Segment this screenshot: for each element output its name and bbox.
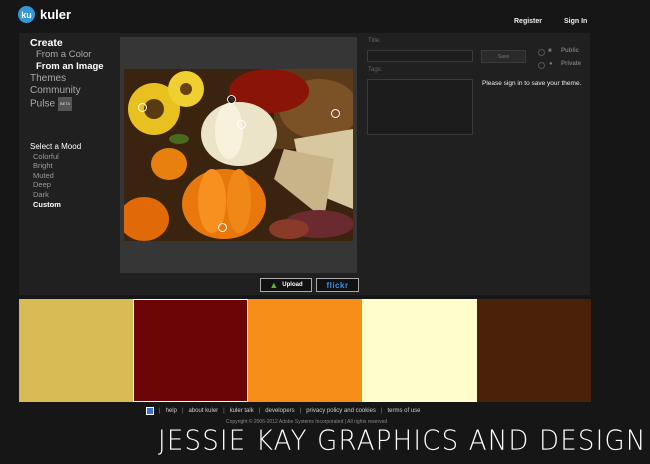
nav-community[interactable]: Community bbox=[30, 85, 104, 97]
copyright: Copyright © 2006-2012 Adobe Systems Inco… bbox=[226, 419, 388, 425]
swatch-strip bbox=[19, 299, 591, 402]
footer-links: | help | about kuler | kuler talk | deve… bbox=[146, 407, 421, 415]
source-photo bbox=[119, 69, 359, 241]
tags-label: Tags: bbox=[368, 67, 383, 73]
nav-pulse-label: Pulse bbox=[30, 98, 56, 110]
upload-button[interactable]: ▲ Upload bbox=[260, 278, 312, 292]
flickr-button[interactable]: flickr bbox=[316, 278, 359, 292]
swatch-4[interactable] bbox=[362, 299, 477, 402]
save-button-label: Save bbox=[497, 53, 510, 60]
side-nav: Create From a Color From an Image Themes… bbox=[30, 37, 104, 111]
mood-muted[interactable]: Muted bbox=[30, 171, 81, 181]
nav-pulse[interactable]: Pulse BETA bbox=[30, 97, 104, 111]
footer-about-link[interactable]: about kuler bbox=[188, 408, 218, 414]
sign-in-link[interactable]: Sign In bbox=[564, 18, 587, 25]
title-label: Title: bbox=[368, 38, 381, 44]
save-button[interactable]: Save bbox=[481, 50, 526, 63]
register-link[interactable]: Register bbox=[514, 18, 542, 25]
swatch-3[interactable] bbox=[247, 299, 363, 402]
brand-name: kuler bbox=[40, 7, 72, 22]
title-input[interactable] bbox=[367, 50, 473, 62]
private-label: Private bbox=[561, 61, 582, 67]
footer-kuler-talk-link[interactable]: kuler talk bbox=[230, 408, 254, 414]
footer-separator: | bbox=[258, 408, 261, 414]
upload-label: Upload bbox=[282, 282, 303, 288]
upload-arrow-icon: ▲ bbox=[269, 279, 279, 290]
mood-title: Select a Mood bbox=[30, 142, 82, 151]
footer-help-link[interactable]: help bbox=[166, 408, 177, 414]
person-icon: ● bbox=[549, 61, 553, 67]
swatch-2[interactable] bbox=[133, 299, 248, 402]
footer-separator: | bbox=[223, 408, 225, 414]
color-picker-2[interactable] bbox=[227, 95, 236, 104]
mood-bright[interactable]: Bright bbox=[30, 161, 81, 171]
tags-input[interactable] bbox=[367, 79, 473, 135]
mood-custom[interactable]: Custom bbox=[30, 200, 81, 210]
mood-selector: Select a Mood Colorful Bright Muted Deep… bbox=[30, 142, 81, 209]
kuler-logo[interactable]: ku bbox=[18, 6, 35, 23]
color-picker-3[interactable] bbox=[237, 120, 246, 129]
public-radio[interactable] bbox=[538, 49, 545, 56]
color-picker-4[interactable] bbox=[331, 109, 340, 118]
signin-message: Please sign in to save your theme. bbox=[482, 80, 582, 87]
swatch-1[interactable] bbox=[19, 299, 134, 402]
footer-developers-link[interactable]: developers bbox=[265, 408, 294, 414]
adobe-icon bbox=[146, 407, 154, 415]
footer-separator: | bbox=[181, 408, 184, 414]
private-radio[interactable] bbox=[538, 62, 545, 69]
flickr-logo: flickr bbox=[326, 280, 349, 290]
nav-from-color[interactable]: From a Color bbox=[30, 49, 104, 61]
beta-badge: BETA bbox=[58, 97, 73, 111]
people-icon: ■ bbox=[548, 48, 552, 54]
footer-separator: | bbox=[380, 408, 383, 414]
mood-dark[interactable]: Dark bbox=[30, 190, 81, 200]
footer-separator: | bbox=[299, 408, 302, 414]
footer-separator: | bbox=[159, 408, 161, 414]
nav-from-image[interactable]: From an Image bbox=[30, 61, 104, 73]
nav-themes[interactable]: Themes bbox=[30, 73, 104, 85]
nav-create[interactable]: Create bbox=[30, 37, 104, 49]
footer-terms-link[interactable]: terms of use bbox=[387, 408, 420, 414]
color-picker-5[interactable] bbox=[218, 223, 227, 232]
footer-privacy-link[interactable]: privacy policy and cookies bbox=[306, 408, 376, 414]
swatch-5[interactable] bbox=[476, 299, 591, 402]
mood-deep[interactable]: Deep bbox=[30, 180, 81, 190]
mood-colorful[interactable]: Colorful bbox=[30, 152, 81, 162]
watermark: JESSIE KAY GRAPHICS AND DESIGN bbox=[158, 425, 647, 457]
public-label: Public bbox=[561, 48, 580, 54]
color-picker-1[interactable] bbox=[138, 103, 147, 112]
